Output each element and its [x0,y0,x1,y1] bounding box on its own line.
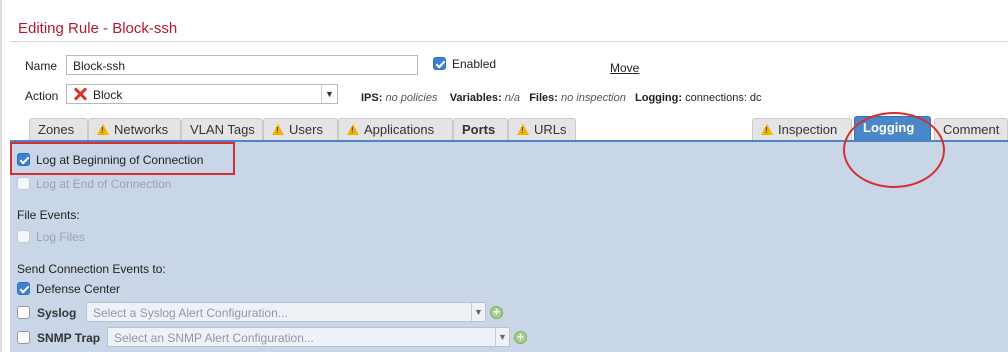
window-edge [0,0,2,352]
tab-ports[interactable]: Ports [453,118,508,140]
highlight-rectangle [10,142,235,175]
action-label: Action [25,89,59,103]
file-events-heading: File Events: [17,208,80,222]
title-divider [10,41,1008,42]
tab-applications[interactable]: Applications [338,118,453,140]
log-files-checkbox[interactable] [17,230,30,243]
tab-networks[interactable]: Networks [88,118,181,140]
snmp-select-placeholder: Select an SNMP Alert Configuration... [114,331,314,345]
tab-zones[interactable]: Zones [29,118,88,140]
tab-vlan-tags[interactable]: VLAN Tags [181,118,263,140]
warning-icon [347,124,359,135]
tab-urls[interactable]: URLs [508,118,576,140]
move-link[interactable]: Move [610,61,639,75]
tab-comment[interactable]: Comment [934,118,1008,140]
warning-icon [272,124,284,135]
tab-inspection[interactable]: Inspection [752,118,852,140]
add-syslog-icon[interactable] [490,305,503,319]
action-select-value: Block [93,88,123,102]
chevron-down-icon: ▼ [471,303,485,321]
send-events-heading: Send Connection Events to: [17,262,166,276]
add-snmp-icon[interactable] [514,330,527,344]
chevron-down-icon: ▼ [321,85,337,103]
warning-icon [97,124,109,135]
defense-center-checkbox[interactable] [17,282,30,295]
action-select[interactable]: Block ▼ [66,84,338,104]
snmp-select[interactable]: Select an SNMP Alert Configuration... ▼ [107,327,510,347]
snmp-checkbox[interactable] [17,331,30,344]
log-end-label: Log at End of Connection [36,177,172,191]
name-label: Name [25,59,58,73]
name-input[interactable]: Block-ssh [66,55,418,75]
log-files-label: Log Files [36,230,85,244]
rule-summary: IPS: no policies Variables: n/a Files: n… [361,92,762,104]
x-icon [73,87,87,101]
defense-center-label: Defense Center [36,282,121,296]
syslog-label: Syslog [37,306,77,320]
syslog-checkbox[interactable] [17,306,30,319]
chevron-down-icon: ▼ [495,328,509,346]
enabled-checkbox[interactable] [433,57,446,70]
enabled-label: Enabled [452,57,497,71]
syslog-select[interactable]: Select a Syslog Alert Configuration... ▼ [86,302,486,322]
syslog-select-placeholder: Select a Syslog Alert Configuration... [93,306,288,320]
warning-icon [517,124,529,135]
name-input-value: Block-ssh [73,59,126,73]
warning-icon [761,124,773,135]
page-title: Editing Rule - Block-ssh [18,20,178,37]
snmp-label: SNMP Trap [37,331,101,345]
tab-users[interactable]: Users [263,118,338,140]
highlight-circle [843,112,945,188]
log-end-checkbox[interactable] [17,177,30,190]
